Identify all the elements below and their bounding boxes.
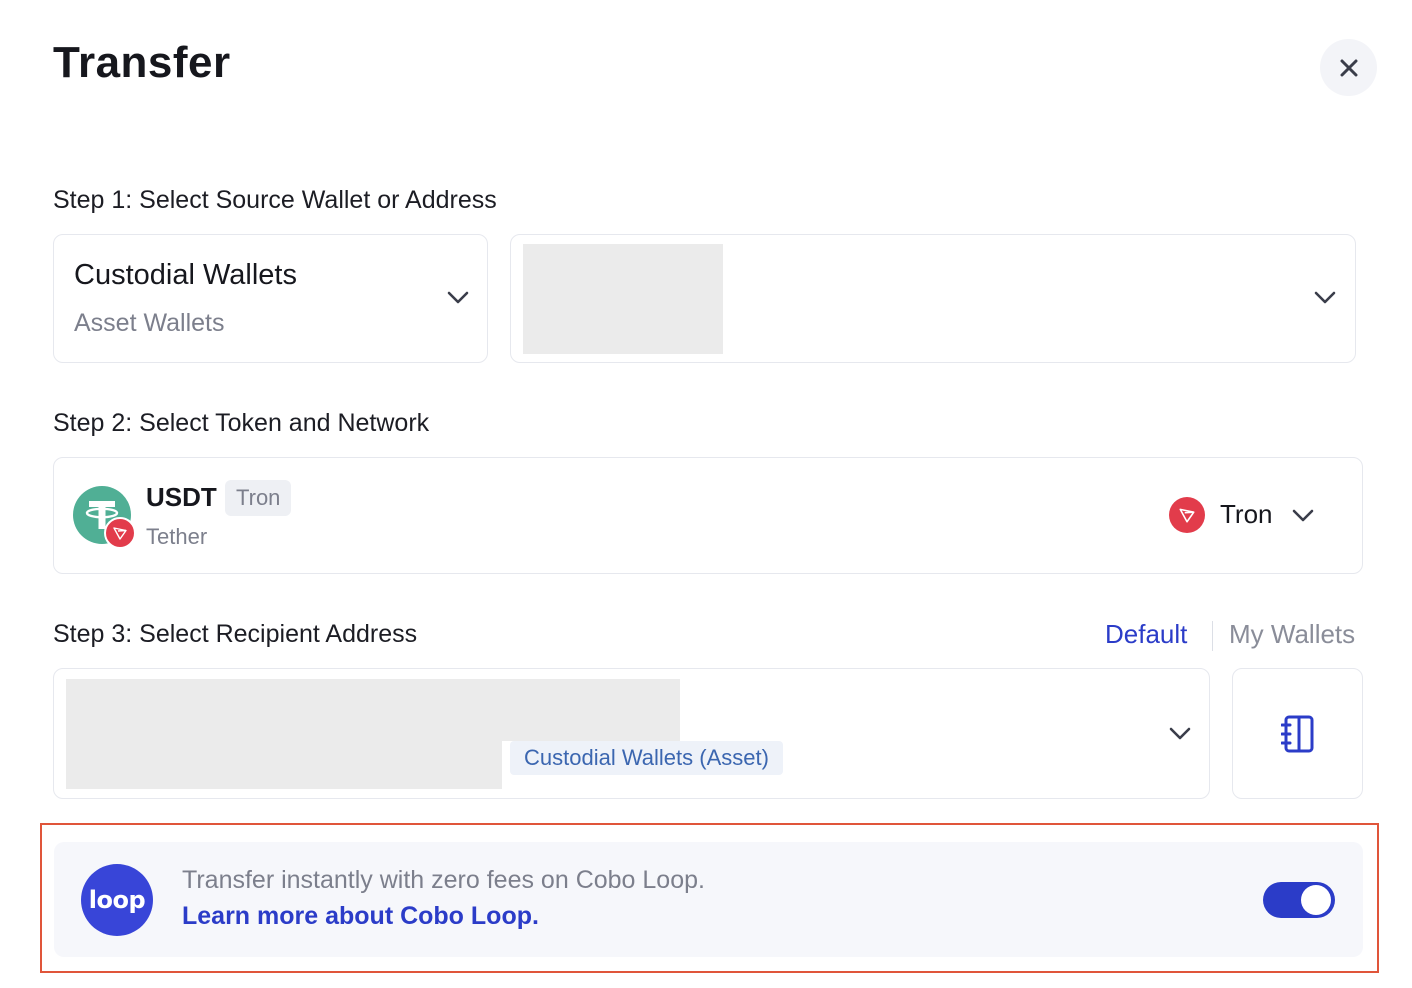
tab-default[interactable]: Default (1105, 619, 1187, 650)
redacted-recipient-address (66, 741, 502, 789)
chevron-down-icon (1314, 291, 1336, 304)
step1-label: Step 1: Select Source Wallet or Address (53, 186, 497, 214)
tron-icon (1169, 497, 1205, 533)
wallet-type-subtitle: Asset Wallets (74, 309, 225, 337)
token-select[interactable]: USDT Tron Tether Tron (53, 457, 1363, 574)
chevron-down-icon (1169, 727, 1191, 740)
tab-divider (1212, 621, 1213, 651)
tab-my-wallets[interactable]: My Wallets (1229, 619, 1355, 650)
recipient-wallet-tag: Custodial Wallets (Asset) (510, 741, 783, 775)
address-book-icon (1280, 715, 1313, 752)
address-book-button[interactable] (1232, 668, 1363, 799)
token-chain-chip: Tron (225, 480, 292, 516)
close-icon (1340, 59, 1357, 76)
token-symbol: USDT (146, 482, 217, 512)
chevron-down-icon (1292, 509, 1314, 522)
wallet-type-title: Custodial Wallets (74, 259, 297, 291)
transfer-dialog: Transfer Step 1: Select Source Wallet or… (0, 0, 1412, 988)
network-name: Tron (1220, 499, 1273, 529)
wallet-type-select[interactable]: Custodial Wallets Asset Wallets (53, 234, 488, 363)
token-name: Tether (146, 524, 208, 549)
tron-icon (104, 517, 136, 549)
redacted-recipient-name (66, 679, 680, 741)
source-wallet-select[interactable] (510, 234, 1356, 363)
close-button[interactable] (1320, 39, 1377, 96)
step2-label: Step 2: Select Token and Network (53, 409, 430, 437)
highlight-frame (40, 823, 1379, 973)
step3-label: Step 3: Select Recipient Address (53, 620, 418, 648)
chevron-down-icon (447, 291, 469, 304)
page-title: Transfer (53, 38, 231, 87)
redacted-wallet-info (523, 244, 723, 354)
recipient-address-select[interactable]: Custodial Wallets (Asset) (53, 668, 1210, 799)
